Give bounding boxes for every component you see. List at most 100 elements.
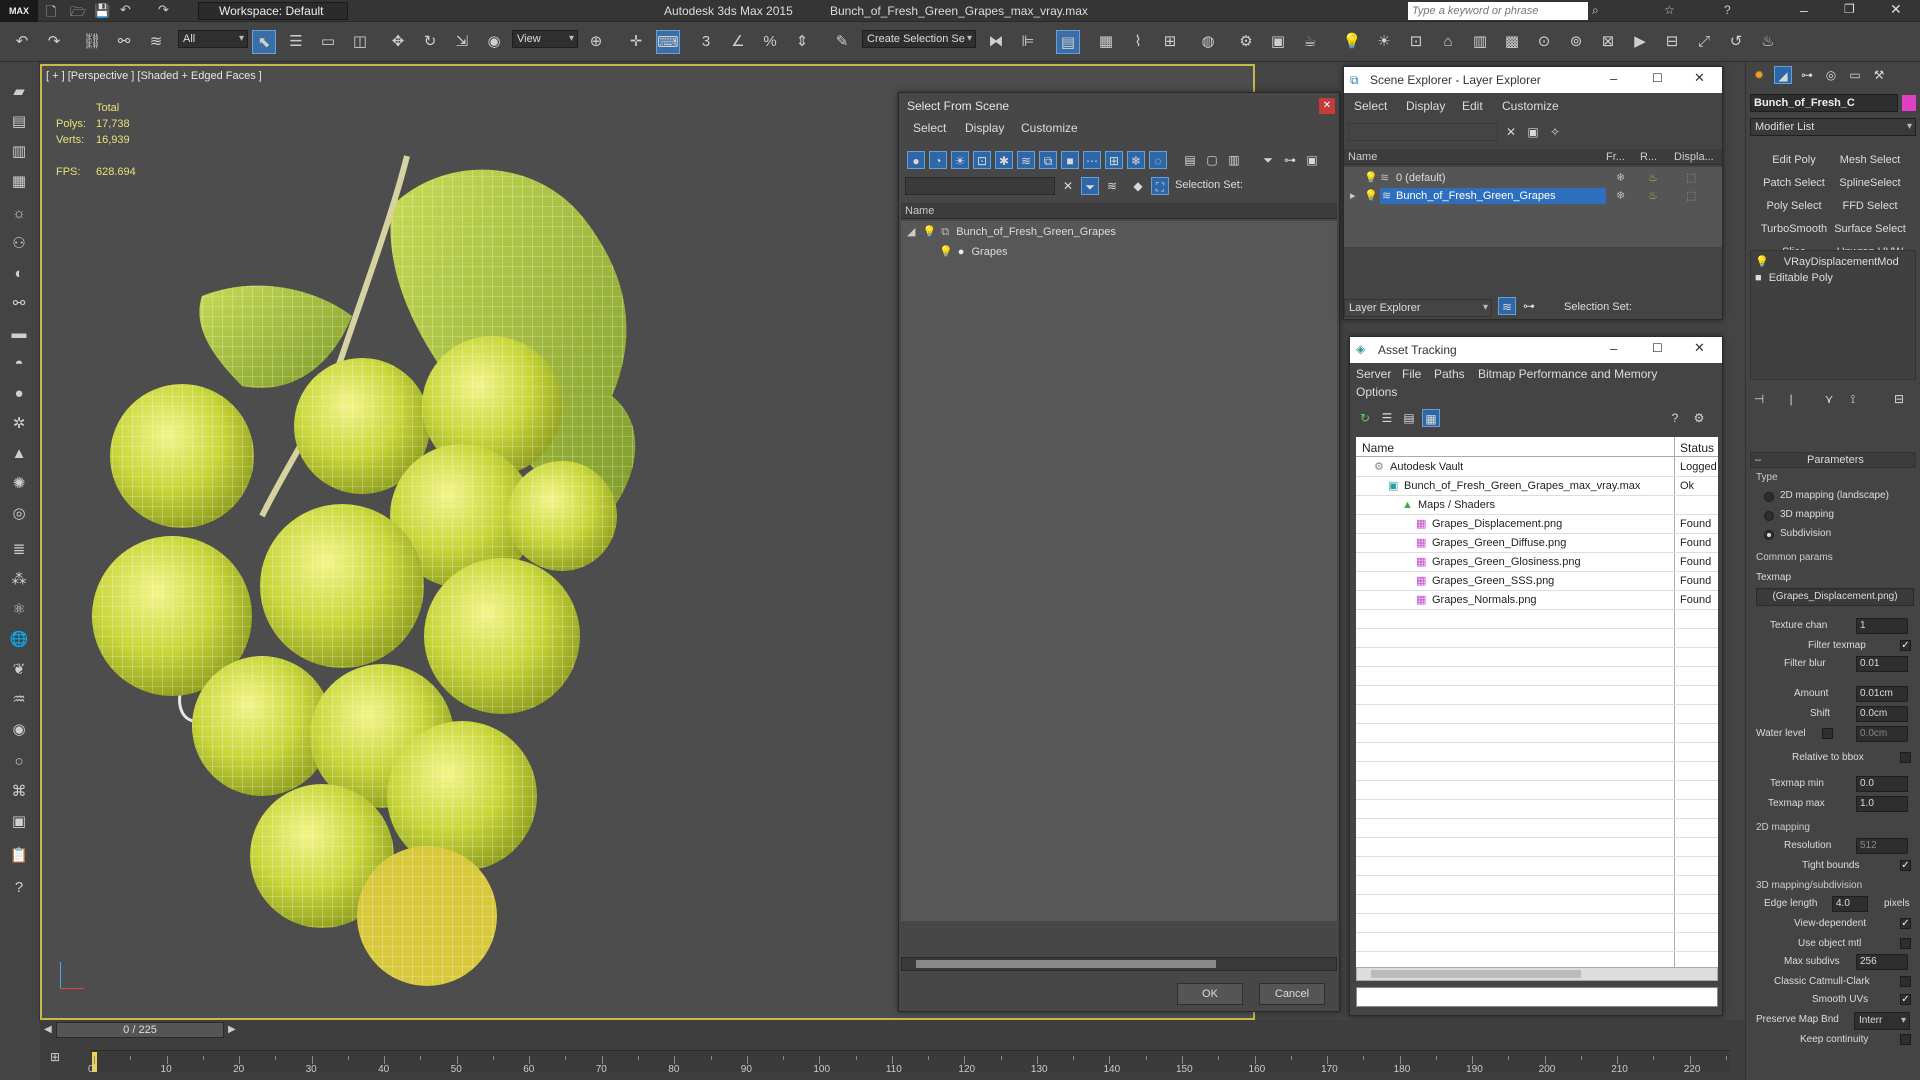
select-manipulate-icon[interactable]: ✛ bbox=[624, 30, 648, 54]
orb-icon[interactable]: ○ bbox=[6, 750, 32, 774]
render-teapot-icon[interactable]: ♨ bbox=[1648, 169, 1658, 187]
modifier-button-poly-select[interactable]: Poly Select bbox=[1758, 196, 1830, 216]
modifier-button-mesh-select[interactable]: Mesh Select bbox=[1834, 150, 1906, 170]
mini-curve-icon[interactable]: ⊞ bbox=[50, 1050, 60, 1064]
maximize-asset-icon[interactable]: ☐ bbox=[1652, 341, 1663, 355]
close-dialog-icon[interactable]: ✕ bbox=[1319, 98, 1335, 114]
time-prev-arrow-icon[interactable]: ◀ bbox=[44, 1024, 52, 1035]
mirror-icon[interactable]: ⧓ bbox=[984, 30, 1008, 54]
object-color-swatch[interactable] bbox=[1902, 95, 1916, 111]
text-tool-icon[interactable]: ▥ bbox=[1468, 30, 1492, 54]
create-tab-icon[interactable]: ✹ bbox=[1750, 66, 1768, 84]
asset-row[interactable]: ▦ Grapes_Green_Glosiness.png Found bbox=[1356, 553, 1718, 572]
layer-row-grapes[interactable]: ▸ 💡 ≋ Bunch_of_Fresh_Green_Grapes ❄ ♨ ⬚ bbox=[1344, 187, 1722, 205]
selection-tools-icon[interactable]: ▦ bbox=[6, 170, 32, 194]
asset-horizontal-scrollbar[interactable] bbox=[1356, 967, 1718, 981]
teapot-icon[interactable]: ♨ bbox=[1756, 30, 1780, 54]
scale-icon[interactable]: ⇲ bbox=[450, 30, 474, 54]
layer-manager-icon[interactable]: ▤ bbox=[1056, 30, 1080, 54]
light-bulb-icon[interactable]: 💡 bbox=[1340, 30, 1364, 54]
particles-icon[interactable]: ⁂ bbox=[6, 568, 32, 592]
display-hidden-icon[interactable]: ◌ bbox=[1149, 151, 1167, 169]
menu-select[interactable]: Select bbox=[913, 121, 946, 135]
percent-snap-icon[interactable]: % bbox=[758, 30, 782, 54]
edge-length-spinner[interactable]: 4.0 bbox=[1832, 896, 1868, 912]
modifier-button-splineselect[interactable]: SplineSelect bbox=[1834, 173, 1906, 193]
freeze-icon[interactable]: ❄ bbox=[1616, 187, 1625, 205]
light-create-icon[interactable]: ☼ bbox=[6, 202, 32, 226]
script-icon[interactable]: ⌘ bbox=[6, 780, 32, 804]
asset-row[interactable]: ▣ Bunch_of_Fresh_Green_Grapes_max_vray.ma… bbox=[1356, 477, 1718, 496]
texture-chan-spinner[interactable]: 1 bbox=[1856, 618, 1908, 634]
asset-settings-icon[interactable]: ⚙ bbox=[1690, 409, 1708, 427]
modifier-button-edit-poly[interactable]: Edit Poly bbox=[1758, 150, 1830, 170]
shader-ball-icon[interactable]: ◉ bbox=[6, 718, 32, 742]
light-bulb-toggle-icon[interactable]: 💡 bbox=[1364, 169, 1378, 187]
grid-icon[interactable]: ▩ bbox=[1500, 30, 1524, 54]
use-object-mtl-checkbox[interactable] bbox=[1900, 938, 1911, 949]
window-crossing-icon[interactable]: ◫ bbox=[348, 30, 372, 54]
remove-modifier-icon[interactable]: ⟟ bbox=[1844, 390, 1862, 408]
material-editor-icon[interactable]: ◍ bbox=[1196, 30, 1220, 54]
vray-camera-icon[interactable]: ⊚ bbox=[1564, 30, 1588, 54]
relative-bbox-checkbox[interactable] bbox=[1900, 752, 1911, 763]
pivot-center-icon[interactable]: ⊕ bbox=[584, 30, 608, 54]
select-all-icon[interactable]: ▤ bbox=[1181, 151, 1199, 169]
menu-customize[interactable]: Customize bbox=[1021, 121, 1078, 135]
graphite-modeling-icon[interactable]: ▤ bbox=[6, 110, 32, 134]
expand-icon[interactable]: ⤢ bbox=[1692, 30, 1716, 54]
restore-window-icon[interactable]: ❐ bbox=[1844, 2, 1855, 16]
globe-icon[interactable]: 🌐 bbox=[6, 628, 32, 652]
menu-options[interactable]: Options bbox=[1356, 385, 1397, 399]
menu-file[interactable]: File bbox=[1402, 367, 1421, 381]
create-box-icon[interactable]: ▰ bbox=[6, 80, 32, 104]
save-file-icon[interactable]: 💾 bbox=[94, 3, 110, 19]
clear-find-icon[interactable]: ✕ bbox=[1502, 123, 1520, 141]
menu-display[interactable]: Display bbox=[1406, 99, 1445, 113]
motion-tab-icon[interactable]: ◎ bbox=[1822, 66, 1840, 84]
view-dependent-checkbox[interactable]: ✓ bbox=[1900, 918, 1911, 929]
clipboard-icon[interactable]: 📋 bbox=[6, 844, 32, 868]
rectangular-selection-icon[interactable]: ▭ bbox=[316, 30, 340, 54]
make-unique-icon[interactable]: ⋎ bbox=[1820, 390, 1838, 408]
populate-icon[interactable]: ⚇ bbox=[6, 232, 32, 256]
dome-icon[interactable]: ◓ bbox=[6, 352, 32, 376]
modifier-button-surface-select[interactable]: Surface Select bbox=[1834, 219, 1906, 239]
binoculars-icon[interactable]: ⌕ bbox=[1592, 3, 1599, 18]
texmap-min-spinner[interactable]: 0.0 bbox=[1856, 776, 1908, 792]
column-frozen[interactable]: Fr... bbox=[1606, 149, 1625, 165]
display-box-icon[interactable]: ⬚ bbox=[1686, 169, 1696, 187]
asset-row[interactable]: ▦ Grapes_Green_SSS.png Found bbox=[1356, 572, 1718, 591]
smooth-uvs-checkbox[interactable]: ✓ bbox=[1900, 994, 1911, 1005]
hair-icon[interactable]: ≣ bbox=[6, 538, 32, 562]
close-asset-icon[interactable]: ✕ bbox=[1694, 340, 1705, 356]
menu-display[interactable]: Display bbox=[965, 121, 1004, 135]
snap-toggle-icon[interactable]: 3 bbox=[694, 30, 718, 54]
minimize-window-icon[interactable]: – bbox=[1800, 2, 1808, 18]
viewport-capture-icon[interactable]: ⊠ bbox=[1596, 30, 1620, 54]
display-groups-icon[interactable]: ⧉ bbox=[1039, 151, 1057, 169]
asset-row[interactable]: ▦ Grapes_Normals.png Found bbox=[1356, 591, 1718, 610]
menu-edit[interactable]: Edit bbox=[1462, 99, 1483, 113]
close-explorer-icon[interactable]: ✕ bbox=[1694, 70, 1705, 86]
time-slider[interactable]: 0 / 225 bbox=[56, 1022, 224, 1038]
play-animation-icon[interactable]: ▶ bbox=[1628, 30, 1652, 54]
freeform-icon[interactable]: ▥ bbox=[6, 140, 32, 164]
filter-blur-spinner[interactable]: 0.01 bbox=[1856, 656, 1908, 672]
layers-icon[interactable]: ◆ bbox=[1129, 177, 1147, 195]
layers-mode-icon[interactable]: ≋ bbox=[1498, 297, 1516, 315]
select-dependents-icon[interactable]: ≋ bbox=[1103, 177, 1121, 195]
minimize-asset-icon[interactable]: – bbox=[1610, 341, 1617, 356]
cancel-button[interactable]: Cancel bbox=[1259, 983, 1325, 1005]
ok-button[interactable]: OK bbox=[1177, 983, 1243, 1005]
asset-row[interactable]: ⚙ Autodesk Vault Logged bbox=[1356, 458, 1718, 477]
asset-row[interactable]: ▦ Grapes_Displacement.png Found bbox=[1356, 515, 1718, 534]
modifier-list-dropdown[interactable]: Modifier List bbox=[1750, 118, 1916, 136]
expand-arrow-icon[interactable]: ▸ bbox=[1350, 187, 1356, 205]
tree-row-group[interactable]: ◢ 💡 ⧉ Bunch_of_Fresh_Green_Grapes bbox=[907, 223, 1116, 241]
light-bulb-toggle-icon[interactable]: 💡 bbox=[923, 226, 937, 238]
texmap-button[interactable]: (Grapes_Displacement.png) bbox=[1756, 588, 1914, 606]
show-end-result-icon[interactable]: | bbox=[1782, 390, 1800, 408]
parameters-rollout-header[interactable]: – Parameters bbox=[1750, 452, 1916, 468]
render-teapot-icon[interactable]: ♨ bbox=[1648, 187, 1658, 205]
